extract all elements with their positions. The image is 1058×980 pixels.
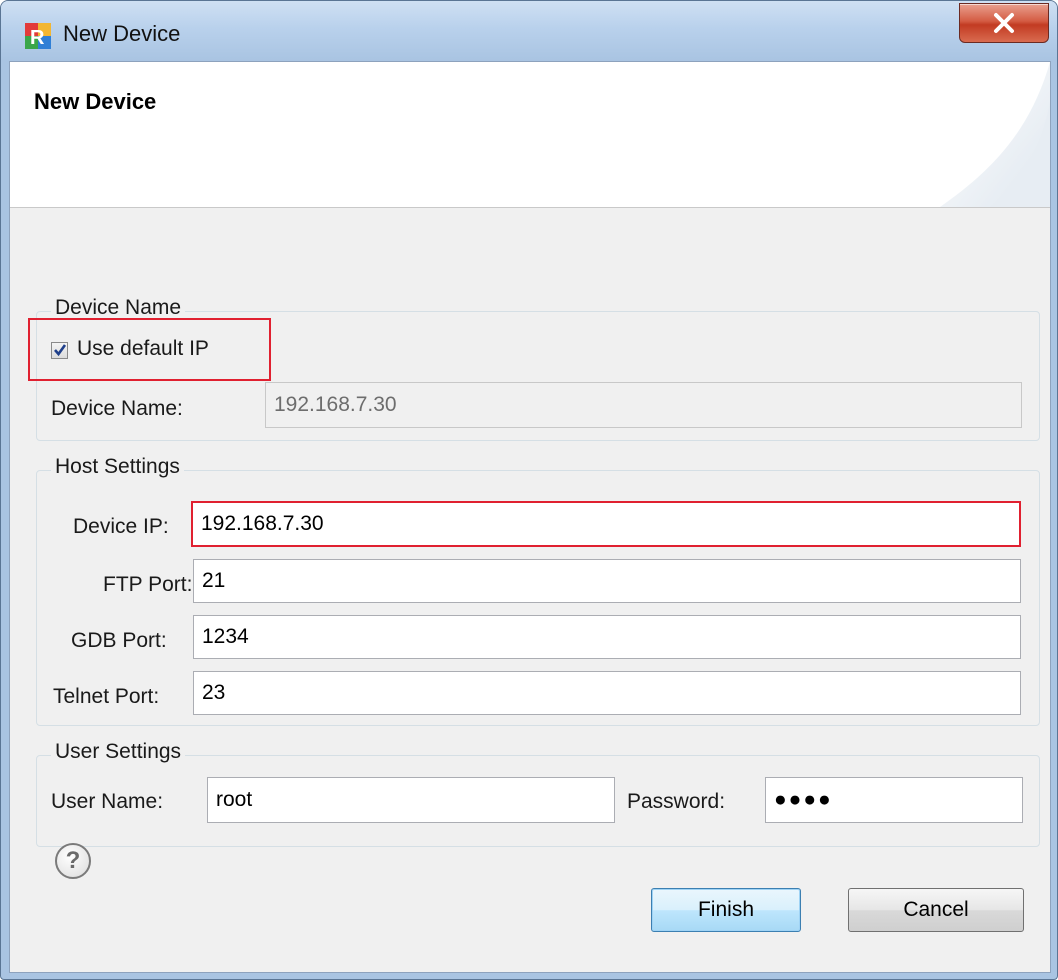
dialog-window: R New Device New Device Device Name Use … <box>0 0 1058 980</box>
wizard-banner: New Device <box>10 62 1050 208</box>
app-logo-icon: R <box>25 23 51 49</box>
window-title: New Device <box>63 21 181 46</box>
help-button[interactable]: ? <box>55 843 91 879</box>
title-bar[interactable]: R New Device <box>1 1 1057 61</box>
device-name-field[interactable]: 192.168.7.30 <box>265 382 1022 428</box>
cancel-button[interactable]: Cancel <box>848 888 1024 932</box>
finish-button[interactable]: Finish <box>651 888 801 932</box>
svg-text:R: R <box>30 27 45 49</box>
device-name-legend: Device Name <box>51 296 186 320</box>
close-button[interactable] <box>959 3 1049 43</box>
close-icon <box>994 13 1014 33</box>
user-settings-legend: User Settings <box>51 740 186 764</box>
user-name-field[interactable]: root <box>207 777 615 823</box>
checkbox-highlight-box <box>28 318 271 381</box>
banner-decoration <box>940 62 1050 207</box>
password-label: Password: <box>627 790 726 813</box>
gdb-port-field[interactable]: 1234 <box>193 615 1021 659</box>
banner-title: New Device <box>34 89 157 114</box>
gdb-port-label: GDB Port: <box>71 629 167 652</box>
telnet-port-field[interactable]: 23 <box>193 671 1021 715</box>
device-ip-label: Device IP: <box>73 515 169 538</box>
password-field[interactable]: ●●●● <box>765 777 1023 823</box>
dialog-body: New Device Device Name Use default IP De… <box>9 61 1051 973</box>
host-settings-legend: Host Settings <box>51 455 184 479</box>
host-settings-group: Host Settings Device IP: 192.168.7.30 FT… <box>36 455 1040 726</box>
user-settings-group: User Settings User Name: root Password: … <box>36 740 1040 847</box>
ftp-port-field[interactable]: 21 <box>193 559 1021 603</box>
help-icon: ? <box>65 847 81 874</box>
ftp-port-label: FTP Port: <box>103 573 193 596</box>
device-name-label: Device Name: <box>51 397 183 420</box>
user-name-label: User Name: <box>51 790 164 813</box>
device-ip-field[interactable]: 192.168.7.30 <box>191 501 1021 547</box>
telnet-port-label: Telnet Port: <box>53 685 160 708</box>
